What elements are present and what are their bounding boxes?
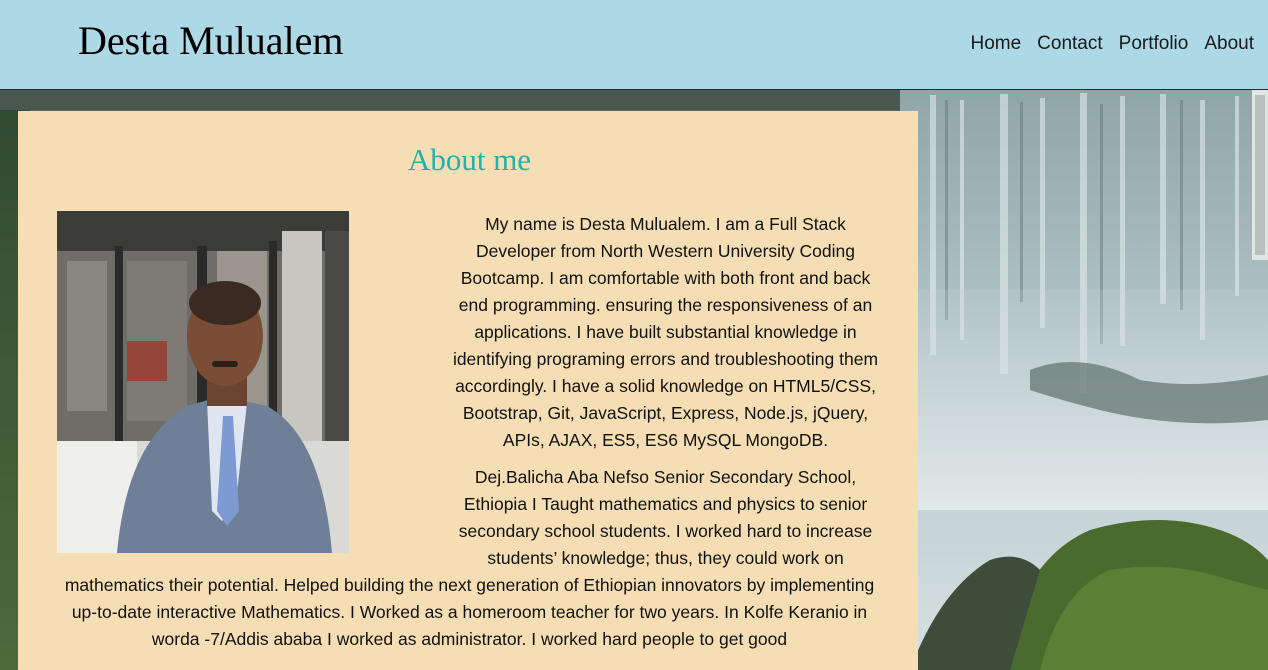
nav-link-contact[interactable]: Contact	[1037, 32, 1102, 56]
nav-link-portfolio[interactable]: Portfolio	[1119, 32, 1189, 56]
nav-link-about[interactable]: About	[1204, 32, 1254, 56]
nav-link-home[interactable]: Home	[970, 32, 1021, 56]
about-heading: About me	[407, 142, 532, 177]
about-panel: About me My name is Desta Mulualem. I am…	[18, 111, 918, 670]
site-header: Desta Mulualem Home Contact Portfolio Ab…	[0, 0, 1268, 90]
main-nav: Home Contact Portfolio About	[970, 32, 1254, 56]
profile-photo	[57, 211, 349, 553]
site-title: Desta Mulualem	[78, 18, 344, 63]
